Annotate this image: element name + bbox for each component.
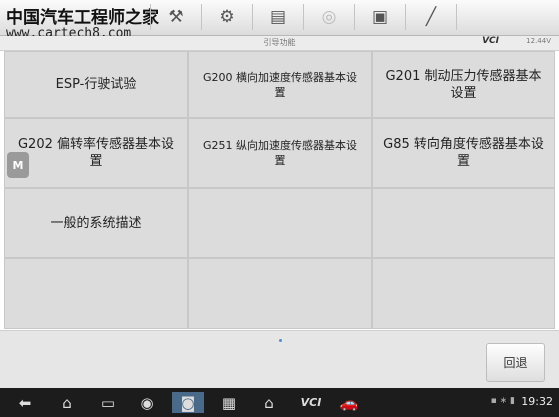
watermark-title: 中国汽车工程师之家	[6, 8, 159, 28]
function-g200[interactable]: G200 横向加速度传感器基本设置	[188, 51, 372, 118]
save-icon[interactable]: ▣	[354, 4, 405, 30]
function-esp-road-test[interactable]: ESP-行驶试验	[4, 51, 188, 118]
function-g202[interactable]: G202 偏转率传感器基本设置	[4, 118, 188, 188]
empty-cell	[4, 258, 188, 329]
side-menu-badge[interactable]: M	[7, 152, 29, 178]
edit-icon[interactable]: ╱	[405, 4, 457, 30]
printer-icon[interactable]: ▤	[252, 4, 303, 30]
page-title: 引导功能	[263, 38, 296, 47]
top-toolbar: 中国汽车工程师之家 www.cartech8.com ⚒ ⚙ ▤ ◎ ▣ ╱	[0, 0, 559, 41]
battery-voltage: 12.44V	[526, 37, 551, 45]
footer-bar: 回退	[0, 330, 559, 388]
recent-apps-icon[interactable]: ▭	[95, 392, 121, 413]
empty-cell	[372, 188, 555, 258]
help-icon[interactable]: ◎	[303, 4, 354, 30]
back-arrow-icon[interactable]: ⬅	[12, 392, 38, 413]
camera-icon[interactable]: ◙	[172, 392, 204, 413]
function-g251[interactable]: G251 纵向加速度传感器基本设置	[188, 118, 372, 188]
vci-status: VCI	[482, 36, 499, 46]
vci-nav-icon[interactable]: VCI	[294, 392, 328, 413]
empty-cell	[188, 188, 372, 258]
system-status-icons: ▪ ∗ ▮	[490, 396, 515, 406]
gear-icon[interactable]: ⚙	[201, 4, 252, 30]
function-system-description[interactable]: 一般的系统描述	[4, 188, 188, 258]
empty-cell	[372, 258, 555, 329]
function-grid: ESP-行驶试验 G200 横向加速度传感器基本设置 G201 制动压力传感器基…	[4, 51, 555, 329]
title-bar: 引导功能 VCI 12.44V	[0, 36, 559, 51]
function-g201[interactable]: G201 制动压力传感器基本设置	[372, 51, 555, 118]
function-g85[interactable]: G85 转向角度传感器基本设置	[372, 118, 555, 188]
page-indicator	[279, 339, 282, 342]
car-nav-icon[interactable]: 🚗	[336, 392, 362, 413]
gallery-icon[interactable]: ▦	[216, 392, 242, 413]
home-icon[interactable]: ⌂	[54, 392, 80, 413]
back-button[interactable]: 回退	[486, 343, 545, 382]
empty-cell	[188, 258, 372, 329]
browser-icon[interactable]: ◉	[134, 392, 160, 413]
android-nav-bar: ⬅ ⌂ ▭ ◉ ◙ ▦ ⌂ VCI 🚗 ▪ ∗ ▮ 19:32	[0, 388, 559, 417]
maxi-home-icon[interactable]: ⌂	[256, 392, 282, 413]
clock: 19:32	[521, 395, 553, 408]
car-icon[interactable]: ⚒	[150, 4, 201, 30]
